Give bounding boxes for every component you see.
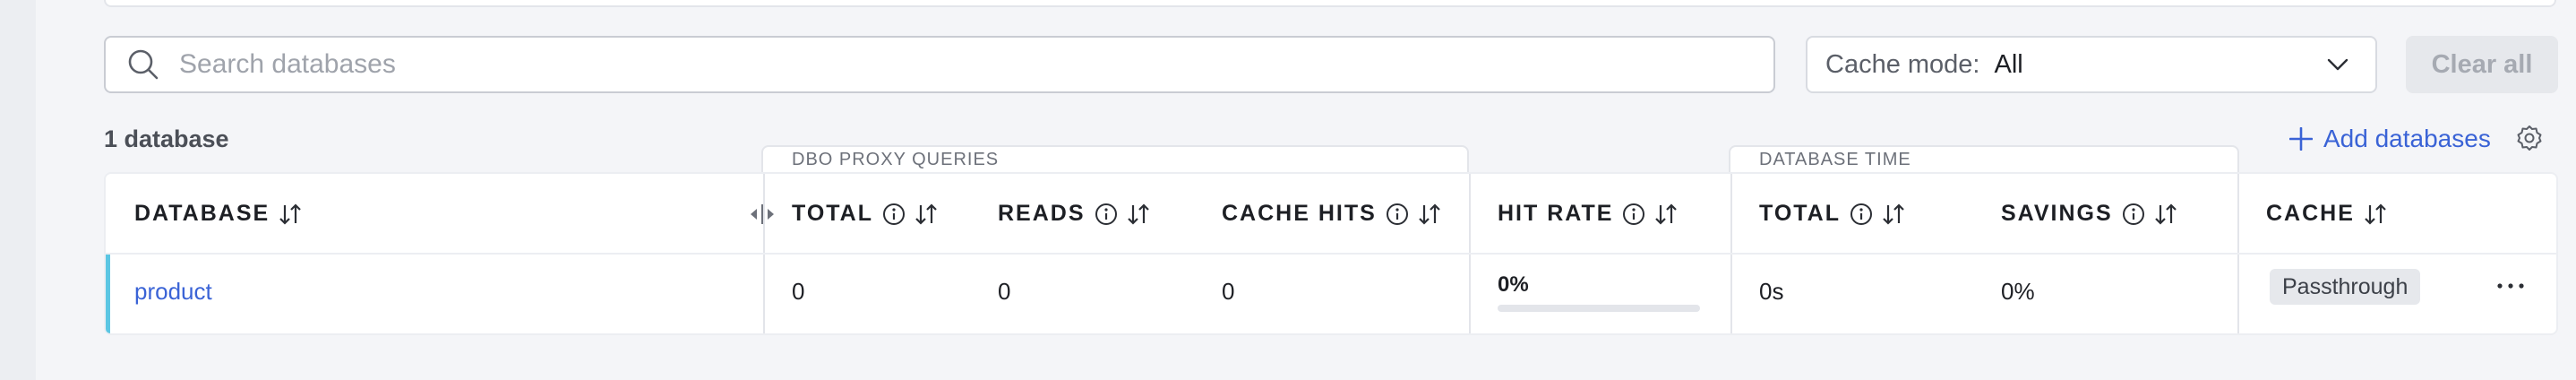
- info-icon[interactable]: [1095, 203, 1118, 226]
- sort-icon[interactable]: [1418, 202, 1441, 227]
- cache-mode-select[interactable]: Cache mode: All: [1806, 36, 2377, 93]
- sort-icon[interactable]: [914, 202, 938, 227]
- header-divider: [106, 253, 2556, 255]
- database-count: 1 database: [104, 125, 229, 152]
- cell-total-time: 0s: [1759, 278, 1784, 305]
- column-header-total-queries[interactable]: TOTAL: [792, 201, 938, 227]
- add-databases-label: Add databases: [2323, 125, 2491, 152]
- row-marker: [106, 255, 110, 333]
- clear-all-button[interactable]: Clear all: [2406, 36, 2558, 93]
- column-header-hit-rate[interactable]: HIT RATE: [1498, 201, 1678, 227]
- plus-icon: [2289, 127, 2313, 151]
- cell-total-queries: 0: [792, 278, 805, 305]
- column-header-label: SAVINGS: [2001, 201, 2113, 226]
- sort-icon[interactable]: [2364, 202, 2387, 227]
- column-header-label: TOTAL: [1759, 201, 1842, 226]
- search-icon: [128, 49, 159, 80]
- cell-savings: 0%: [2001, 278, 2035, 305]
- cell-cache-hits: 0: [1222, 278, 1235, 305]
- sort-icon[interactable]: [279, 202, 302, 227]
- column-header-label: CACHE: [2266, 201, 2355, 226]
- database-name-link[interactable]: product: [134, 278, 212, 306]
- cache-mode-label: Cache mode:: [1825, 49, 1980, 79]
- sort-icon[interactable]: [1127, 202, 1150, 227]
- column-header-reads[interactable]: READS: [998, 201, 1150, 227]
- info-icon[interactable]: [882, 203, 906, 226]
- databases-table: DATABASE TOTAL READS CACHE HITS HIT RATE…: [104, 172, 2558, 335]
- gear-icon[interactable]: [2515, 124, 2544, 152]
- top-card-edge: [104, 0, 2556, 7]
- column-header-label: HIT RATE: [1498, 201, 1614, 226]
- info-icon[interactable]: [2122, 203, 2145, 226]
- sort-icon[interactable]: [1882, 202, 1905, 227]
- cell-hit-rate: 0%: [1498, 272, 1529, 297]
- column-resize-icon[interactable]: [749, 203, 776, 226]
- info-icon[interactable]: [1386, 203, 1409, 226]
- column-header-cache-hits[interactable]: CACHE HITS: [1222, 201, 1441, 227]
- add-databases-button[interactable]: Add databases: [2289, 125, 2491, 153]
- column-header-label: DATABASE: [134, 201, 270, 226]
- chevron-down-icon: [2327, 58, 2348, 71]
- info-icon[interactable]: [1850, 203, 1873, 226]
- info-icon[interactable]: [1622, 203, 1645, 226]
- cell-reads: 0: [998, 278, 1011, 305]
- cache-status-badge: Passthrough: [2270, 269, 2421, 305]
- group-header-proxy-queries: DBO PROXY QUERIES: [761, 145, 1469, 172]
- cache-mode-value: All: [1994, 49, 2023, 79]
- column-header-label: READS: [998, 201, 1086, 226]
- column-header-savings[interactable]: SAVINGS: [2001, 201, 2177, 227]
- search-box[interactable]: [104, 36, 1775, 93]
- sort-icon[interactable]: [1654, 202, 1678, 227]
- column-header-total-time[interactable]: TOTAL: [1759, 201, 1905, 227]
- search-input[interactable]: [177, 48, 1704, 81]
- sort-icon[interactable]: [2154, 202, 2177, 227]
- column-header-database[interactable]: DATABASE: [134, 201, 302, 227]
- left-rail: [0, 0, 36, 380]
- hit-rate-bar: [1498, 305, 1700, 312]
- group-header-database-time: DATABASE TIME: [1729, 145, 2239, 172]
- column-header-label: CACHE HITS: [1222, 201, 1377, 226]
- column-header-label: TOTAL: [792, 201, 874, 226]
- more-icon[interactable]: [2495, 280, 2526, 292]
- column-header-cache[interactable]: CACHE: [2266, 201, 2387, 227]
